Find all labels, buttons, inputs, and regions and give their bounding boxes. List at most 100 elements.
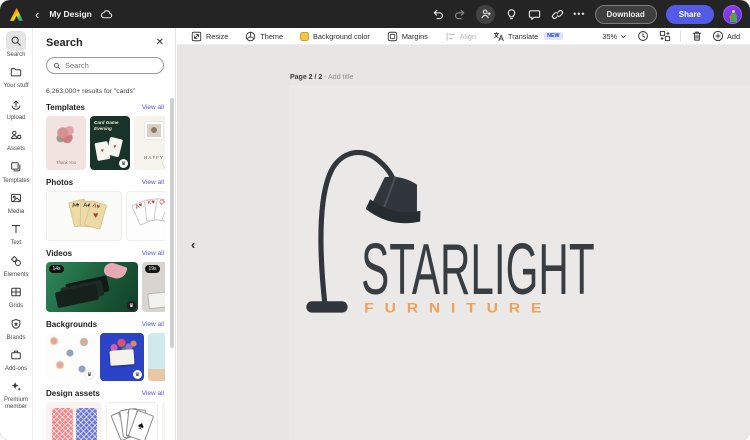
- sidebar-item-add-ons[interactable]: Add-ons: [0, 345, 33, 373]
- asset-thumb-pointing-hand[interactable]: [162, 402, 165, 440]
- collapse-panel-chevron-icon[interactable]: ‹: [191, 237, 195, 252]
- resize-button[interactable]: Resize: [191, 31, 228, 42]
- photo-thumb-aces[interactable]: A♠ A♣ A♥ ♥: [46, 191, 122, 241]
- sidebar-item-brands[interactable]: Brands: [0, 314, 33, 342]
- resize-icon: [191, 31, 202, 41]
- brands-shield-icon: [6, 314, 26, 334]
- text-icon: [6, 219, 26, 239]
- search-icon: [6, 31, 26, 51]
- margins-icon: [387, 31, 398, 41]
- align-icon: [446, 31, 455, 41]
- canvas-workspace[interactable]: ‹ Page 2 / 2 - Add title STARLIGHT FURNI…: [177, 45, 750, 440]
- sidebar-item-elements[interactable]: Elements: [0, 251, 33, 279]
- chevron-down-icon: [621, 34, 626, 38]
- view-all-videos-link[interactable]: View all: [142, 250, 164, 257]
- asset-thumb-ace-of-spades-fan[interactable]: 5 4 2 ♠: [106, 402, 158, 440]
- view-all-design-assets-link[interactable]: View all: [142, 390, 164, 397]
- toolbar-divider: [680, 30, 682, 42]
- add-title-placeholder[interactable]: - Add title: [324, 74, 353, 81]
- reorder-pages-icon[interactable]: [658, 30, 671, 43]
- premium-sparkle-icon: [6, 376, 26, 396]
- cloud-sync-icon[interactable]: [100, 7, 114, 21]
- premium-crown-badge: ♛: [163, 159, 165, 168]
- view-all-photos-link[interactable]: View all: [142, 179, 164, 186]
- align-button[interactable]: Align: [445, 31, 476, 42]
- sidebar-item-assets[interactable]: Assets: [0, 125, 33, 153]
- background-thumb-winter[interactable]: [148, 333, 165, 381]
- template-thumb-thank-you[interactable]: Thank You: [46, 116, 86, 170]
- view-all-templates-link[interactable]: View all: [142, 104, 164, 111]
- comment-icon[interactable]: [527, 7, 541, 21]
- link-icon[interactable]: [550, 7, 564, 21]
- background-thumb-envelope-flowers[interactable]: ♛: [100, 333, 144, 381]
- add-ons-icon: [6, 345, 26, 365]
- sidebar-item-search[interactable]: Search: [0, 31, 33, 59]
- assets-people-icon: [6, 125, 26, 145]
- asset-thumb-card-backs[interactable]: ♛: [46, 402, 102, 440]
- flower-art: [55, 124, 77, 146]
- redo-icon[interactable]: [453, 7, 467, 21]
- add-plus-icon: [712, 30, 724, 42]
- undo-icon[interactable]: [430, 7, 444, 21]
- premium-crown-badge: ♛: [85, 370, 94, 379]
- upload-icon: [6, 94, 26, 114]
- background-thumb-rainbow-pattern[interactable]: ♛: [46, 333, 96, 381]
- sidebar-item-your-stuff[interactable]: Your stuff: [0, 62, 33, 90]
- panel-scrollbar[interactable]: [170, 98, 174, 348]
- template-thumb-card-game[interactable]: Card Game Evening ♥ ♥ ♛: [90, 116, 130, 170]
- share-button[interactable]: Share: [665, 4, 714, 24]
- account-avatar[interactable]: [723, 4, 742, 24]
- close-icon[interactable]: ✕: [156, 38, 164, 48]
- theme-button[interactable]: Theme: [245, 31, 283, 42]
- delete-page-trash-icon[interactable]: [690, 30, 703, 43]
- video-thumb-card-shuffle[interactable]: 14s ♛: [46, 262, 138, 312]
- more-options-icon[interactable]: •••: [573, 9, 585, 19]
- premium-crown-badge: ♛: [119, 159, 128, 168]
- invite-collaborators-icon[interactable]: [476, 4, 496, 24]
- app-window: ‹ My Design ••• Download Share Search Yo…: [0, 0, 750, 440]
- add-page-button[interactable]: Add: [712, 30, 740, 42]
- section-videos: Videos View all 14s ♛ 19s: [46, 249, 165, 312]
- sidebar-item-text[interactable]: Text: [0, 219, 33, 247]
- search-input[interactable]: [65, 61, 157, 70]
- sidebar-item-upload[interactable]: Upload: [0, 94, 33, 122]
- translate-button[interactable]: Translate NEW: [493, 31, 563, 42]
- search-input-box[interactable]: [46, 57, 164, 74]
- template-thumb-happy[interactable]: HAPPY ♛: [134, 116, 165, 170]
- view-all-backgrounds-link[interactable]: View all: [142, 321, 164, 328]
- sidebar-item-grids[interactable]: Grids: [0, 282, 33, 310]
- zoom-level-dropdown[interactable]: 35%: [602, 32, 627, 41]
- section-templates: Templates View all Thank You Card Game E…: [46, 103, 165, 170]
- margins-button[interactable]: Margins: [387, 31, 428, 42]
- search-panel: Search ✕ 6,263,000+ results for "cards" …: [33, 28, 176, 440]
- idea-lightbulb-icon[interactable]: [504, 7, 518, 21]
- theme-icon: [246, 31, 256, 41]
- photo-thumb-hand-of-cards[interactable]: A♥ K♥ Q♥ J♥: [126, 191, 165, 241]
- section-backgrounds: Backgrounds View all ♛ ♛: [46, 320, 165, 381]
- download-button[interactable]: Download: [594, 4, 657, 24]
- starlight-furniture-logo[interactable]: STARLIGHT FURNITURE: [297, 141, 607, 319]
- folder-icon: [6, 62, 26, 82]
- logo-subtitle-text: FURNITURE: [364, 301, 552, 316]
- document-title[interactable]: My Design: [49, 9, 92, 19]
- new-badge: NEW: [544, 32, 563, 40]
- translate-icon: [493, 31, 504, 41]
- panel-title: Search: [46, 37, 83, 49]
- adobe-express-logo-icon[interactable]: [8, 6, 25, 23]
- back-chevron-icon[interactable]: ‹: [33, 8, 41, 21]
- section-photos: Photos View all A♠ A♣ A♥ ♥ A♥ K♥ Q♥ J♥: [46, 178, 165, 241]
- left-rail: Search Your stuff Upload Assets Template…: [0, 28, 33, 440]
- duration-badge: 14s: [49, 265, 65, 273]
- templates-icon: [6, 157, 26, 177]
- logo-title-text: STARLIGHT: [361, 230, 595, 310]
- sidebar-item-media[interactable]: Media: [0, 188, 33, 216]
- page-timer-icon[interactable]: [636, 30, 649, 43]
- sidebar-item-templates[interactable]: Templates: [0, 157, 33, 185]
- page-label[interactable]: Page 2 / 2 - Add title: [290, 74, 353, 81]
- video-thumb-laptop[interactable]: 19s: [142, 262, 165, 312]
- section-design-assets: Design assets View all ♛ 5 4 2 ♠: [46, 389, 165, 440]
- sidebar-item-premium[interactable]: Premium member: [0, 376, 33, 411]
- results-count: 6,263,000+ results for "cards": [46, 88, 136, 95]
- duration-badge: 19s: [145, 265, 161, 273]
- background-color-button[interactable]: Background color: [300, 31, 370, 41]
